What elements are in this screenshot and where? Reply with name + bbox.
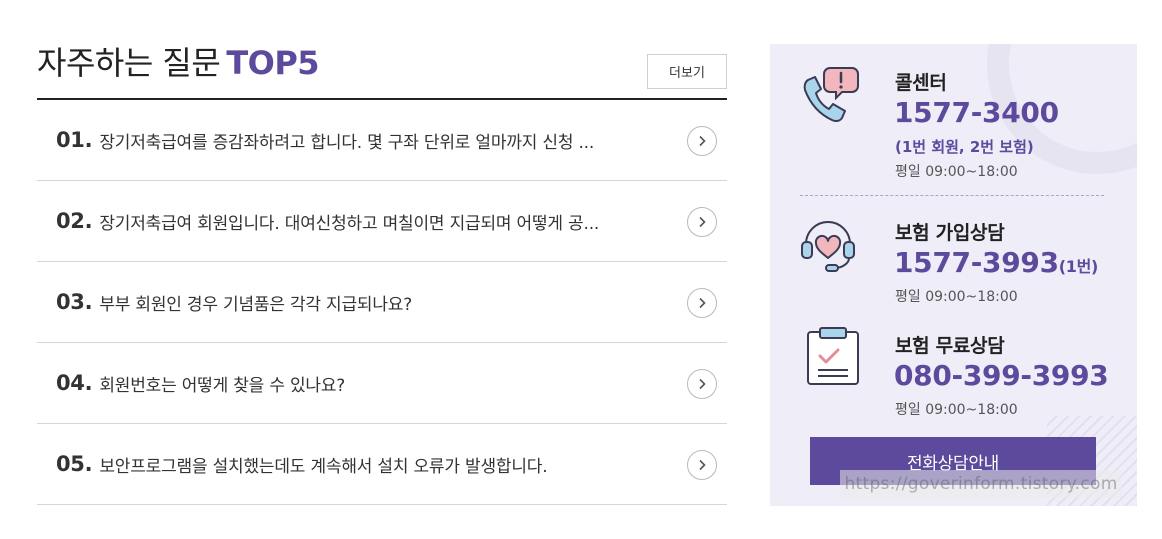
insurance-join-phone-number: 1577-3993 [894,246,1059,279]
phone-alert-icon [800,62,862,132]
faq-question[interactable]: 장기저축급여를 증감좌하려고 합니다. 몇 구좌 단위로 얼마까지 신청 ... [99,128,674,153]
faq-title-accent: TOP5 [226,44,320,82]
insurance-join-phone[interactable]: 1577-3993(1번) [894,246,1098,279]
faq-section: 자주하는 질문 TOP5 더보기 01. 장기저축급여를 증감좌하려고 합니다. … [37,38,727,505]
chevron-right-icon[interactable] [687,207,717,237]
faq-number: 03. [56,290,93,314]
faq-title: 자주하는 질문 TOP5 [37,38,320,84]
faq-header: 자주하는 질문 TOP5 더보기 [37,38,727,100]
faq-title-text: 자주하는 질문 [37,44,221,82]
faq-number: 02. [56,209,93,233]
faq-item[interactable]: 01. 장기저축급여를 증감좌하려고 합니다. 몇 구좌 단위로 얼마까지 신청… [37,100,727,181]
call-center-hours: 평일 09:00~18:00 [895,164,1018,180]
chevron-right-icon[interactable] [687,450,717,480]
insurance-free-phone[interactable]: 080-399-3993 [894,359,1109,392]
faq-question[interactable]: 장기저축급여 회원입니다. 대여신청하고 며칠이면 지급되며 어떻게 공... [99,209,674,234]
faq-question[interactable]: 부부 회원인 경우 기념품은 각각 지급되나요? [99,290,674,315]
clipboard-check-icon [806,326,860,390]
call-center-phone[interactable]: 1577-3400 [894,96,1059,129]
call-center-label: 콜센터 [895,72,947,94]
faq-item[interactable]: 02. 장기저축급여 회원입니다. 대여신청하고 며칠이면 지급되며 어떻게 공… [37,181,727,262]
faq-item[interactable]: 03. 부부 회원인 경우 기념품은 각각 지급되나요? [37,262,727,343]
insurance-join-label: 보험 가입상담 [895,222,1005,244]
faq-number: 01. [56,128,93,152]
faq-list: 01. 장기저축급여를 증감좌하려고 합니다. 몇 구좌 단위로 얼마까지 신청… [37,100,727,505]
chevron-right-icon[interactable] [687,126,717,156]
call-center-note: (1번 회원, 2번 보험) [895,138,1034,156]
contact-panel: 콜센터 1577-3400 (1번 회원, 2번 보험) 평일 09:00~18… [770,44,1137,506]
faq-item[interactable]: 04. 회원번호는 어떻게 찾을 수 있나요? [37,343,727,424]
chevron-right-icon[interactable] [687,369,717,399]
insurance-free-hours: 평일 09:00~18:00 [895,402,1018,418]
faq-number: 05. [56,452,93,476]
chevron-right-icon[interactable] [687,288,717,318]
more-button[interactable]: 더보기 [647,54,727,89]
faq-item[interactable]: 05. 보안프로그램을 설치했는데도 계속해서 설치 오류가 발생합니다. [37,424,727,505]
insurance-join-hours: 평일 09:00~18:00 [895,289,1018,305]
faq-number: 04. [56,371,93,395]
faq-question[interactable]: 회원번호는 어떻게 찾을 수 있나요? [99,371,674,396]
faq-question[interactable]: 보안프로그램을 설치했는데도 계속해서 설치 오류가 발생합니다. [99,452,674,477]
insurance-join-phone-suffix: (1번) [1058,257,1099,276]
dashed-divider [800,195,1104,196]
insurance-free-label: 보험 무료상담 [895,335,1005,357]
headset-heart-icon [800,214,856,276]
watermark-text: https://goverinform.tistory.com [840,470,1122,498]
